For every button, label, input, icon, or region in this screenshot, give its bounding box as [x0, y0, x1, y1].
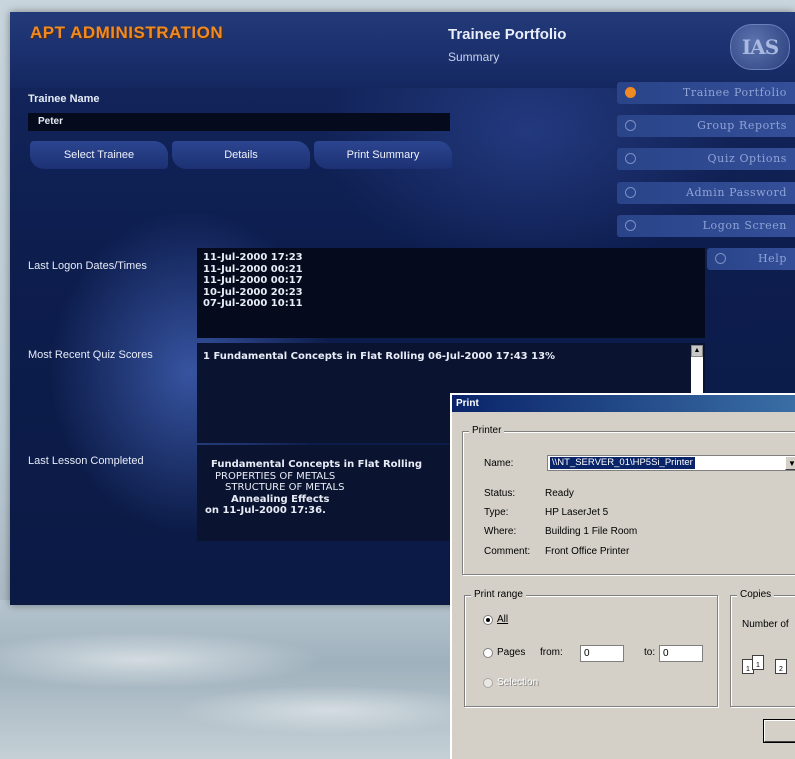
- nav-help[interactable]: Help: [707, 248, 795, 270]
- nav-trainee-portfolio[interactable]: Trainee Portfolio: [617, 82, 795, 104]
- app-title: APT ADMINISTRATION: [30, 23, 224, 42]
- page-subtitle: Summary: [448, 50, 500, 64]
- where-label: Where:: [484, 526, 517, 537]
- comment-label: Comment:: [484, 546, 531, 557]
- last-lesson-label: Last Lesson Completed: [28, 455, 144, 467]
- from-page-input[interactable]: 0: [580, 645, 624, 662]
- lesson-line: on 11-Jul-2000 17:36.: [205, 505, 326, 516]
- quiz-scores-label: Most Recent Quiz Scores: [28, 349, 153, 361]
- selection-radio[interactable]: [483, 678, 493, 688]
- radio-dot-icon: [625, 153, 636, 164]
- list-item: 10-Jul-2000 20:23: [203, 286, 303, 298]
- scroll-up-icon[interactable]: ▲: [691, 345, 703, 357]
- nav-label: Logon Screen: [702, 219, 787, 232]
- list-item: 11-Jul-2000 00:21: [203, 263, 303, 275]
- chevron-down-icon[interactable]: ▼: [785, 456, 795, 470]
- print-dialog: Print Printer Name: \\NT_SERVER_01\HP5Si…: [450, 393, 795, 759]
- selected-printer: \\NT_SERVER_01\HP5Si_Printer: [550, 457, 695, 469]
- logon-times-list: 11-Jul-2000 17:23 11-Jul-2000 00:21 11-J…: [197, 248, 705, 338]
- nav-label: Quiz Options: [707, 152, 787, 165]
- status-label: Status:: [484, 488, 516, 499]
- nav-group-reports[interactable]: Group Reports: [617, 115, 795, 137]
- trainee-name-label: Trainee Name: [28, 93, 100, 105]
- logon-times-label: Last Logon Dates/Times: [28, 260, 147, 272]
- page-title: Trainee Portfolio: [448, 26, 567, 43]
- collate-page-icon: 1: [752, 655, 764, 670]
- from-label: from:: [540, 647, 563, 658]
- lesson-line: Annealing Effects: [231, 493, 330, 505]
- type-value: HP LaserJet 5: [545, 507, 609, 518]
- nav-label: Help: [757, 252, 787, 265]
- radio-dot-icon: [625, 220, 636, 231]
- group-label: Print range: [471, 589, 526, 600]
- radio-dot-icon: [625, 120, 636, 131]
- to-page-input[interactable]: 0: [659, 645, 703, 662]
- trainee-name-field[interactable]: Peter: [28, 113, 450, 131]
- type-label: Type:: [484, 507, 509, 518]
- nav-logon-screen[interactable]: Logon Screen: [617, 215, 795, 237]
- nav-label: Group Reports: [697, 119, 787, 132]
- print-summary-button[interactable]: Print Summary: [314, 141, 452, 169]
- nav-admin-password[interactable]: Admin Password: [617, 182, 795, 204]
- collate-page-icon: 2: [775, 659, 787, 674]
- copies-label: Number of: [742, 619, 789, 630]
- ok-button[interactable]: [764, 720, 795, 742]
- comment-value: Front Office Printer: [545, 546, 630, 557]
- radio-dot-icon: [625, 187, 636, 198]
- name-label: Name:: [484, 458, 514, 469]
- select-trainee-button[interactable]: Select Trainee: [30, 141, 168, 169]
- to-label: to:: [644, 647, 656, 658]
- printer-name-select[interactable]: \\NT_SERVER_01\HP5Si_Printer ▼: [547, 455, 795, 471]
- list-item: 1 Fundamental Concepts in Flat Rolling 0…: [203, 351, 556, 362]
- radio-dot-icon: [625, 87, 636, 98]
- details-button[interactable]: Details: [172, 141, 310, 169]
- nav-label: Admin Password: [685, 186, 787, 199]
- list-item: 07-Jul-2000 10:11: [203, 298, 303, 309]
- list-item: 11-Jul-2000 17:23: [203, 252, 303, 263]
- dialog-titlebar[interactable]: Print: [452, 395, 795, 412]
- group-label: Copies: [737, 589, 775, 600]
- pages-label: Pages: [497, 647, 526, 658]
- pages-radio[interactable]: [483, 648, 493, 658]
- lesson-line: STRUCTURE OF METALS: [225, 482, 345, 493]
- logo: IAS: [730, 24, 790, 70]
- selection-label: Selection: [497, 677, 539, 688]
- where-value: Building 1 File Room: [545, 526, 638, 537]
- all-radio[interactable]: [483, 615, 493, 625]
- list-item: 11-Jul-2000 00:17: [203, 275, 303, 286]
- lesson-line: PROPERTIES OF METALS: [215, 470, 336, 482]
- radio-dot-icon: [715, 253, 726, 264]
- nav-quiz-options[interactable]: Quiz Options: [617, 148, 795, 170]
- status-value: Ready: [545, 488, 574, 499]
- nav-label: Trainee Portfolio: [682, 86, 787, 99]
- last-lesson-panel: Fundamental Concepts in Flat Rolling PRO…: [197, 445, 465, 541]
- copies-group: Copies: [730, 589, 795, 707]
- group-label: Printer: [469, 425, 505, 436]
- all-label: All: [497, 614, 509, 625]
- lesson-line: Fundamental Concepts in Flat Rolling: [211, 459, 423, 470]
